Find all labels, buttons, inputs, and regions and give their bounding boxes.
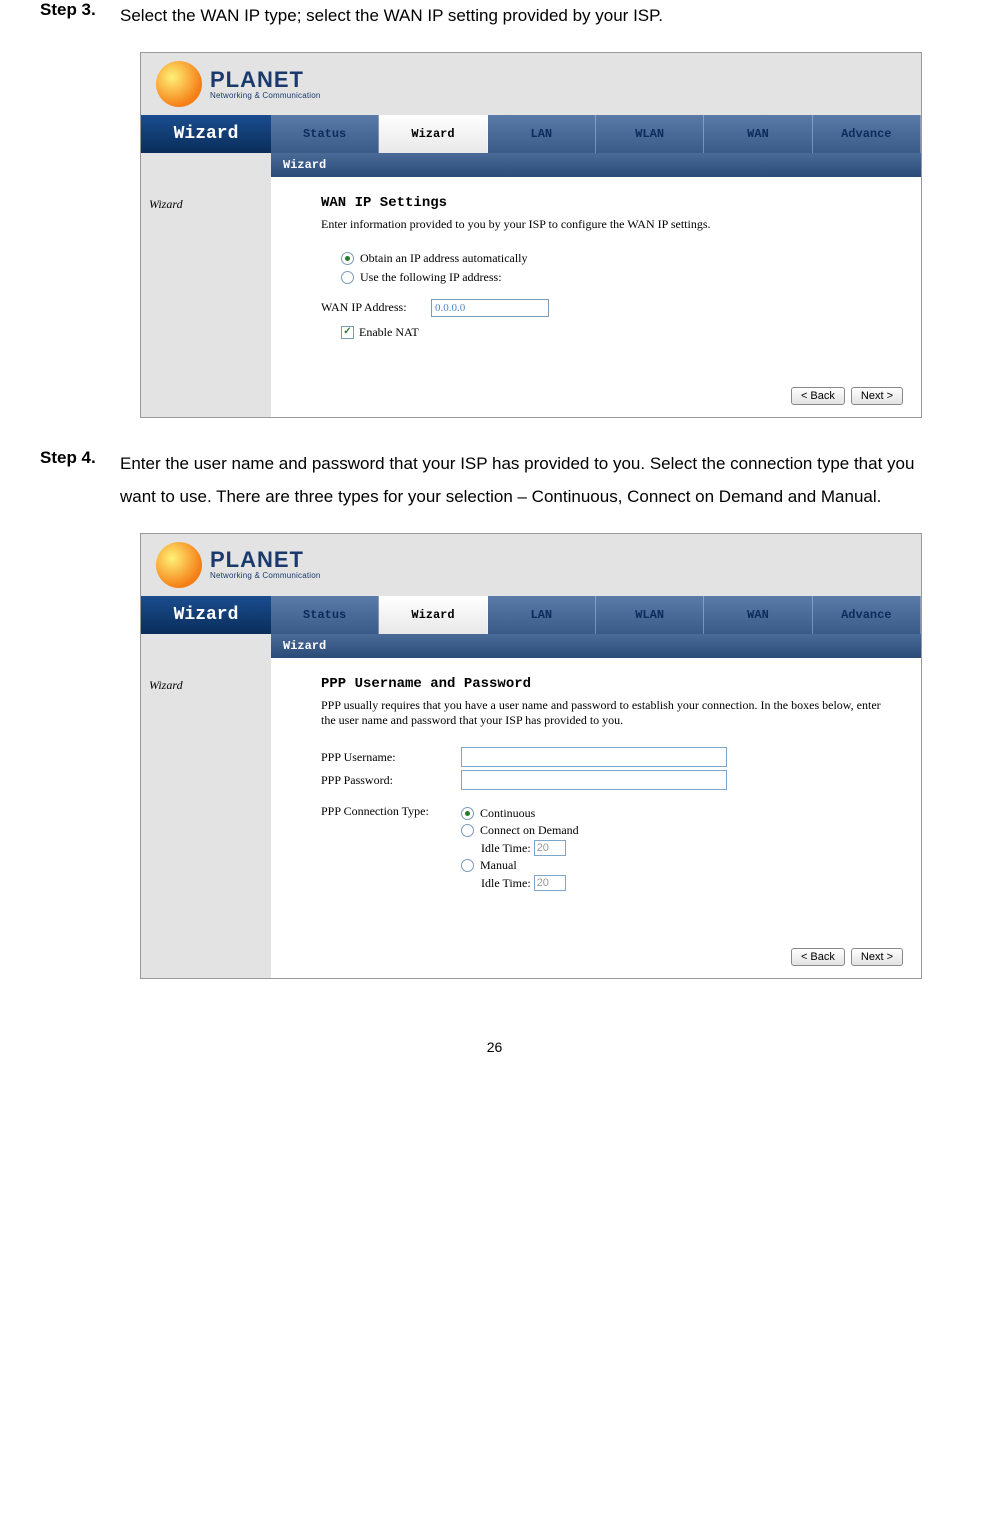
tab-wan[interactable]: WAN <box>704 115 812 153</box>
tab-wan[interactable]: WAN <box>704 596 812 634</box>
radio-on-demand-label: Connect on Demand <box>480 823 579 838</box>
radio-on-demand[interactable] <box>461 824 474 837</box>
planet-logo-icon <box>156 61 202 107</box>
ppp-username-input[interactable] <box>461 747 727 767</box>
logo-name: PLANET <box>210 549 321 571</box>
nav-title: Wizard <box>141 115 271 153</box>
next-button[interactable]: Next > <box>851 387 903 405</box>
ppp-pass-label: PPP Password: <box>321 773 461 788</box>
sidebar-item-wizard[interactable]: Wizard <box>141 177 271 417</box>
ppp-desc: PPP usually requires that you have a use… <box>321 698 896 729</box>
tab-status[interactable]: Status <box>271 115 379 153</box>
idle-time-label-1: Idle Time: <box>481 841 531 856</box>
idle-time-input-2[interactable] <box>534 875 566 891</box>
logo-bar: PLANET Networking & Communication <box>141 53 921 115</box>
screenshot-ppp: PLANET Networking & Communication Wizard… <box>140 533 922 979</box>
radio-obtain-auto[interactable] <box>341 252 354 265</box>
screenshot-wan: PLANET Networking & Communication Wizard… <box>140 52 922 418</box>
enable-nat-label: Enable NAT <box>359 325 419 340</box>
tab-wizard[interactable]: Wizard <box>379 115 487 153</box>
ppp-conn-label: PPP Connection Type: <box>321 804 461 819</box>
ppp-password-input[interactable] <box>461 770 727 790</box>
nav-title: Wizard <box>141 596 271 634</box>
step4-text: Enter the user name and password that yo… <box>120 448 949 513</box>
next-button[interactable]: Next > <box>851 948 903 966</box>
radio-manual-label: Manual <box>480 858 517 873</box>
ppp-title: PPP Username and Password <box>321 676 896 692</box>
enable-nat-checkbox[interactable]: ✓ <box>341 326 354 339</box>
step4-label: Step 4. <box>40 448 120 468</box>
subnav-wizard[interactable]: Wizard <box>271 634 921 658</box>
idle-time-input-1[interactable] <box>534 840 566 856</box>
radio-obtain-auto-label: Obtain an IP address automatically <box>360 251 528 266</box>
tab-wlan[interactable]: WLAN <box>596 115 704 153</box>
tab-wizard[interactable]: Wizard <box>379 596 487 634</box>
logo-sub: Networking & Communication <box>210 91 321 100</box>
radio-continuous[interactable] <box>461 807 474 820</box>
wan-desc: Enter information provided to you by you… <box>321 217 896 233</box>
wan-title: WAN IP Settings <box>321 195 896 211</box>
radio-manual[interactable] <box>461 859 474 872</box>
tab-status[interactable]: Status <box>271 596 379 634</box>
step3-label: Step 3. <box>40 0 120 20</box>
wan-ip-input[interactable] <box>431 299 549 317</box>
tab-lan[interactable]: LAN <box>488 596 596 634</box>
page-number: 26 <box>40 1039 949 1055</box>
ppp-user-label: PPP Username: <box>321 750 461 765</box>
subnav-wizard[interactable]: Wizard <box>271 153 921 177</box>
tab-lan[interactable]: LAN <box>488 115 596 153</box>
logo-name: PLANET <box>210 69 321 91</box>
logo-bar: PLANET Networking & Communication <box>141 534 921 596</box>
radio-static-ip-label: Use the following IP address: <box>360 270 502 285</box>
tab-advance[interactable]: Advance <box>813 115 921 153</box>
wan-ip-label: WAN IP Address: <box>321 300 431 315</box>
back-button[interactable]: < Back <box>791 387 845 405</box>
radio-static-ip[interactable] <box>341 271 354 284</box>
tab-advance[interactable]: Advance <box>813 596 921 634</box>
step3-text: Select the WAN IP type; select the WAN I… <box>120 0 663 32</box>
logo-sub: Networking & Communication <box>210 571 321 580</box>
tab-wlan[interactable]: WLAN <box>596 596 704 634</box>
planet-logo-icon <box>156 542 202 588</box>
back-button[interactable]: < Back <box>791 948 845 966</box>
radio-continuous-label: Continuous <box>480 806 535 821</box>
sidebar-item-wizard[interactable]: Wizard <box>141 658 271 978</box>
idle-time-label-2: Idle Time: <box>481 876 531 891</box>
